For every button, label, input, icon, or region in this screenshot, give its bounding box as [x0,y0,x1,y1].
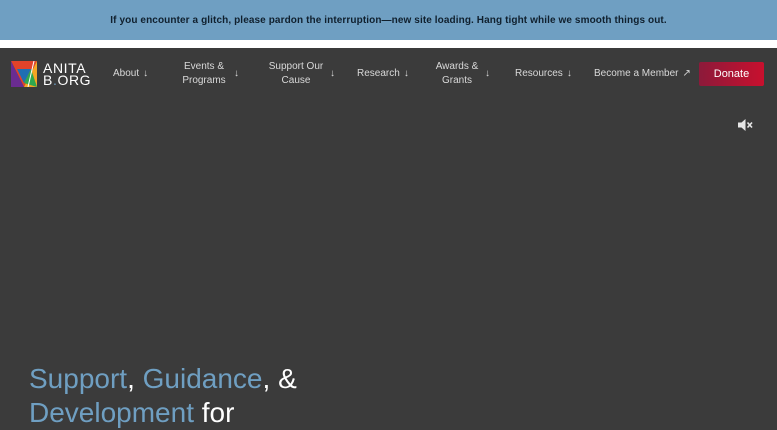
nav-item-become-a-member[interactable]: Become a Member ↗ [594,67,691,81]
hero-word-guidance: Guidance [142,363,263,394]
mute-icon[interactable] [737,117,753,133]
hero-word-support: Support [29,363,128,394]
site-logo[interactable]: ANITA B.ORG [11,60,105,88]
nav-item-events-programs[interactable]: Events & Programs ↓ [178,60,239,88]
nav-item-resources[interactable]: Resources ↓ [515,67,572,81]
nav-item-awards-grants[interactable]: Awards & Grants ↓ [433,60,490,88]
nav-item-label: About [113,68,140,79]
hero-line-2: Development for [29,397,235,428]
nav-item-label: Research [357,68,400,79]
arrow-down-icon: ↓ [143,68,149,79]
donate-button[interactable]: Donate [699,62,764,86]
banner-divider [0,40,777,48]
logo-line-2: B.ORG [43,72,92,88]
announcement-banner: If you encounter a glitch, please pardon… [0,0,777,40]
nav-item-support-our-cause[interactable]: Support Our Cause ↓ [266,60,335,88]
hero-line-1: Support, Guidance, & [29,363,297,394]
nav-item-label: Support Our Cause [268,61,324,86]
main-navigation: ANITA B.ORG About ↓ Events & Programs ↓ … [0,48,777,100]
arrow-down-icon: ↓ [566,68,572,79]
arrow-down-icon: ↓ [330,68,335,79]
announcement-text: If you encounter a glitch, please pardon… [110,14,667,26]
arrow-down-icon: ↓ [403,68,409,79]
hero-heading: Support, Guidance, & Development for [29,362,297,430]
nav-item-research[interactable]: Research ↓ [357,67,409,81]
logo-wordmark: ANITA B.ORG [43,61,92,88]
nav-item-about[interactable]: About ↓ [113,67,148,81]
arrow-down-icon: ↓ [485,68,490,79]
logo-mark-icon [11,61,37,87]
arrow-down-icon: ↓ [234,68,239,79]
arrow-up-right-icon: ↗ [682,68,691,79]
nav-item-label: Awards & Grants [435,61,479,86]
hero-word-development: Development [29,397,194,428]
nav-item-label: Become a Member [594,68,679,79]
nav-item-label: Resources [515,68,563,79]
nav-item-label: Events & Programs [182,61,226,86]
